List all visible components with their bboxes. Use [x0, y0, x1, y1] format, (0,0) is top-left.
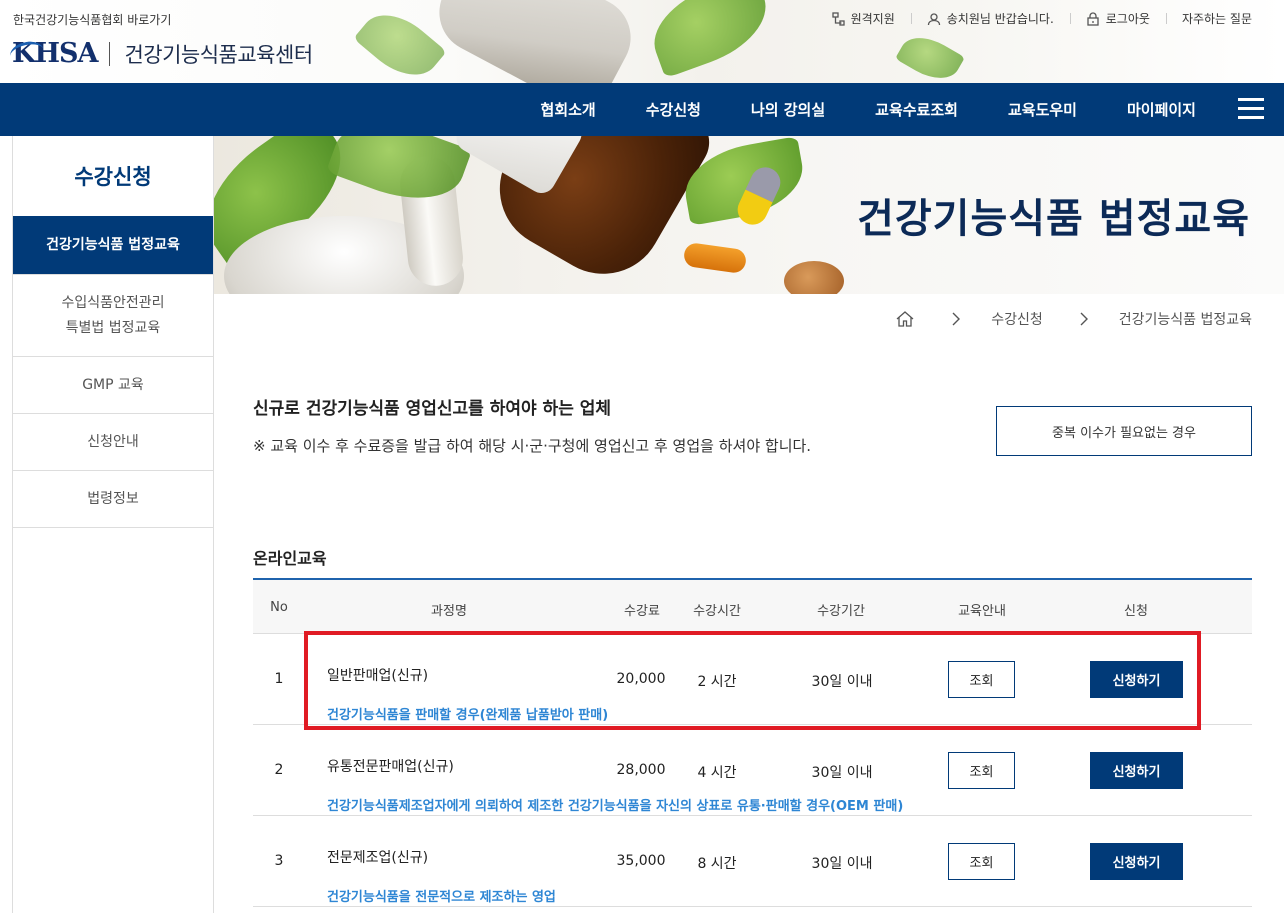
sidebar-item-law-info[interactable]: 법령정보	[13, 470, 213, 527]
decorative-tablet	[784, 261, 844, 294]
sidebar-item-health-food-legal-education[interactable]: 건강기능식품 법정교육	[13, 216, 213, 274]
logo-divider	[109, 41, 111, 66]
course-hours: 4 시간	[697, 765, 737, 781]
hamburger-menu-icon[interactable]	[1238, 98, 1264, 120]
nav-item-education-help[interactable]: 교육도우미	[1008, 99, 1077, 120]
column-header-hours: 수강시간	[693, 604, 741, 619]
khsa-logo-mark: KHSA	[8, 38, 98, 69]
column-header-no: No	[270, 600, 288, 615]
course-period: 30일 이내	[811, 856, 873, 872]
course-name: 일반판매업(신규)	[327, 668, 429, 684]
decorative-bottle	[425, 0, 645, 83]
table-header: No 과정명 수강료 수강시간 수강기간 교육안내 신청	[253, 580, 1252, 634]
table-row: 1 일반판매업(신규) 건강기능식품을 판매할 경우(완제품 납품받아 판매) …	[253, 634, 1252, 725]
sidebar-title: 수강신청	[74, 165, 152, 189]
course-description: 건강기능식품제조업자에게 의뢰하여 제조한 건강기능식품을 자신의 상표로 유통…	[327, 799, 904, 814]
course-hours: 2 시간	[697, 674, 737, 690]
column-header-guide: 교육안내	[958, 604, 1006, 619]
intro-title: 신규로 건강기능식품 영업신고를 하여야 하는 업체	[253, 399, 612, 419]
no-duplicate-completion-button[interactable]: 중복 이수가 필요없는 경우	[996, 406, 1252, 456]
utility-nav: 원격지원 송치원님 반갑습니다. 로그아웃 자주하는 질문	[815, 10, 1252, 27]
decorative-leaf	[895, 27, 965, 83]
association-site-link[interactable]: 한국건강기능식품협회 바로가기	[13, 11, 171, 28]
decorative-leaf	[353, 0, 447, 83]
column-header-apply: 신청	[1124, 604, 1148, 619]
lock-icon	[1087, 11, 1099, 26]
faq-label: 자주하는 질문	[1181, 12, 1252, 26]
column-header-period: 수강기간	[817, 604, 865, 619]
faq-link[interactable]: 자주하는 질문	[1165, 10, 1252, 27]
apply-button[interactable]: 신청하기	[1090, 843, 1183, 880]
chevron-right-icon	[952, 312, 961, 326]
view-button[interactable]: 조회	[948, 752, 1015, 789]
sidebar-divider	[13, 527, 213, 528]
sidebar-item-label: 수입식품안전관리 특별법 법정교육	[61, 295, 165, 336]
column-header-fee: 수강료	[624, 604, 660, 619]
breadcrumb-item[interactable]: 수강신청	[991, 309, 1043, 329]
page-title: 건강기능식품 법정교육	[857, 196, 1250, 242]
nav-item-course-registration[interactable]: 수강신청	[646, 99, 701, 120]
sidebar: 수강신청 건강기능식품 법정교육 수입식품안전관리 특별법 법정교육 GMP 교…	[12, 136, 214, 913]
home-icon[interactable]	[895, 310, 915, 328]
intro-note: ※ 교육 이수 후 수료증을 발급 하여 해당 시·군·구청에 영업신고 후 영…	[253, 437, 812, 455]
user-greeting-label: 송치원님 반갑습니다.	[946, 12, 1054, 26]
course-period: 30일 이내	[811, 765, 873, 781]
table-row: 2 유통전문판매업(신규) 건강기능식품제조업자에게 의뢰하여 제조한 건강기능…	[253, 725, 1252, 816]
course-name: 유통전문판매업(신규)	[327, 759, 454, 775]
course-period: 30일 이내	[811, 674, 873, 690]
header: 한국건강기능식품협회 바로가기 원격지원 송치원님 반갑습니다. 로그아웃 자주…	[0, 0, 1284, 83]
row-number: 3	[274, 853, 284, 869]
decorative-leaf	[641, 0, 779, 79]
course-description: 건강기능식품을 전문적으로 제조하는 영업	[327, 890, 556, 905]
decorative-capsule	[682, 241, 748, 275]
row-number: 1	[274, 671, 284, 687]
remote-support-icon	[831, 11, 845, 26]
user-icon	[927, 12, 940, 25]
course-hours: 8 시간	[697, 856, 737, 872]
sidebar-item-imported-food-legal-education[interactable]: 수입식품안전관리 특별법 법정교육	[13, 274, 213, 356]
row-number: 2	[274, 762, 284, 778]
breadcrumb-item-current[interactable]: 건강기능식품 법정교육	[1119, 309, 1252, 329]
course-name: 전문제조업(신규)	[327, 850, 429, 866]
section-title: 온라인교육	[253, 549, 327, 568]
course-fee: 20,000	[616, 671, 666, 687]
course-fee: 28,000	[616, 762, 666, 778]
site-logo[interactable]: KHSA 건강기능식품교육센터	[8, 38, 313, 69]
chevron-right-icon	[1080, 312, 1088, 326]
course-fee: 35,000	[616, 853, 666, 869]
page-visual-banner: 건강기능식품 법정교육	[214, 136, 1284, 294]
nav-item-about[interactable]: 협회소개	[541, 99, 596, 120]
main-navigation: 협회소개 수강신청 나의 강의실 교육수료조회 교육도우미 마이페이지	[0, 83, 1284, 136]
nav-item-mypage[interactable]: 마이페이지	[1127, 99, 1196, 120]
column-header-course: 과정명	[431, 604, 467, 619]
apply-button[interactable]: 신청하기	[1090, 752, 1183, 789]
breadcrumb: 수강신청 건강기능식품 법정교육	[895, 309, 1252, 329]
nav-item-my-classroom[interactable]: 나의 강의실	[751, 99, 825, 120]
logout-label: 로그아웃	[1105, 12, 1150, 26]
course-description: 건강기능식품을 판매할 경우(완제품 납품받아 판매)	[327, 708, 609, 723]
logout-link[interactable]: 로그아웃	[1069, 10, 1166, 27]
view-button[interactable]: 조회	[948, 843, 1015, 880]
nav-item-completion-lookup[interactable]: 교육수료조회	[875, 99, 958, 120]
view-button[interactable]: 조회	[948, 661, 1015, 698]
sidebar-item-application-guide[interactable]: 신청안내	[13, 413, 213, 470]
remote-support-link[interactable]: 원격지원	[815, 10, 911, 27]
course-table: No 과정명 수강료 수강시간 수강기간 교육안내 신청 1 일반판매업(신규)…	[253, 578, 1252, 907]
table-row: 3 전문제조업(신규) 건강기능식품을 전문적으로 제조하는 영업 35,000…	[253, 816, 1252, 907]
remote-support-label: 원격지원	[850, 12, 895, 26]
logo-text: 건강기능식품교육센터	[124, 42, 313, 67]
apply-button[interactable]: 신청하기	[1090, 661, 1183, 698]
user-greeting[interactable]: 송치원님 반갑습니다.	[910, 10, 1070, 27]
sidebar-item-gmp-education[interactable]: GMP 교육	[13, 356, 213, 413]
